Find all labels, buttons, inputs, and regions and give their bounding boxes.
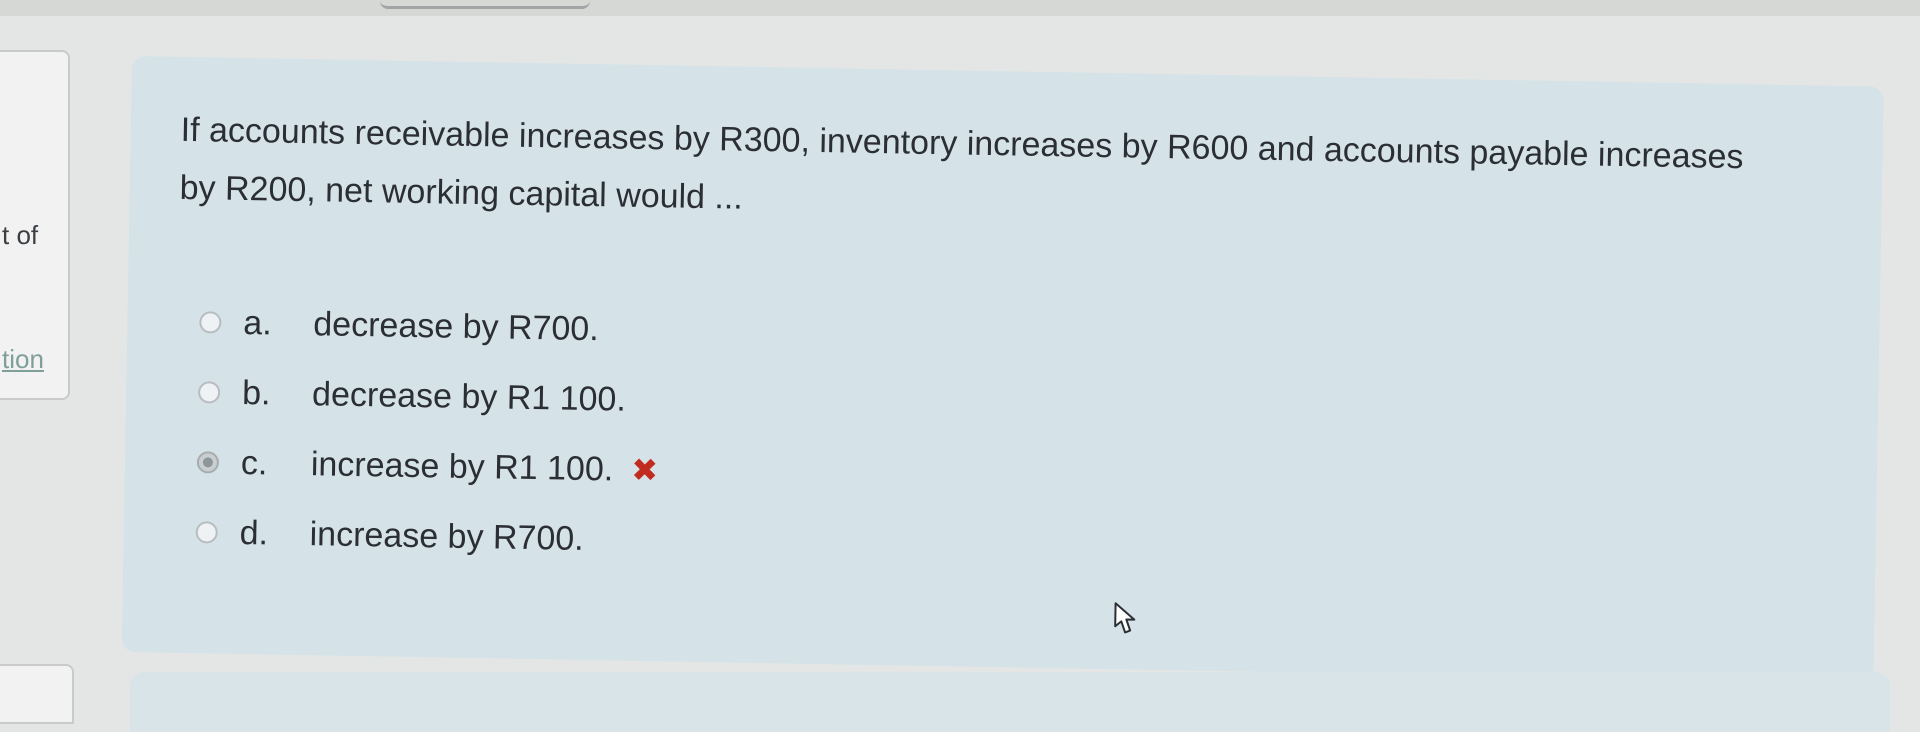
incorrect-icon: ✖ [630, 451, 659, 489]
mouse-pointer-icon [1114, 602, 1136, 634]
answer-text: decrease by R1 100. [311, 374, 627, 419]
radio-button-icon[interactable] [196, 451, 220, 474]
question-text: If accounts receivable increases by R300… [179, 110, 1744, 217]
radio-button-icon[interactable] [195, 521, 218, 544]
cut-off-heading [380, 0, 590, 9]
flag-question-link[interactable]: tion [2, 344, 44, 375]
radio-button-icon[interactable] [199, 311, 222, 334]
answer-letter: c. [240, 443, 268, 482]
quiz-info-panel: t of tion [0, 50, 70, 400]
next-question-card [130, 672, 1890, 732]
answer-letter: a. [243, 303, 273, 342]
answer-text: decrease by R700. [313, 304, 600, 348]
top-strip [0, 0, 1920, 16]
answer-option-a[interactable]: a. decrease by R700. [199, 287, 661, 365]
answer-option-c[interactable]: c. increase by R1 100. ✖ [196, 427, 658, 505]
next-question-info-panel [0, 664, 74, 724]
answer-letter: b. [241, 373, 271, 412]
answer-text: increase by R1 100. [310, 444, 614, 488]
answer-text: increase by R700. [309, 514, 585, 558]
info-label-fragment: t of [2, 220, 39, 250]
answer-options: a. decrease by R700. b. decrease by R1 1… [195, 287, 661, 575]
answer-option-d[interactable]: d. increase by R700. [195, 497, 657, 575]
radio-button-icon[interactable] [197, 381, 221, 404]
answer-option-b[interactable]: b. decrease by R1 100. [197, 357, 660, 435]
question-card: If accounts receivable increases by R300… [121, 56, 1884, 683]
answer-letter: d. [239, 513, 269, 552]
